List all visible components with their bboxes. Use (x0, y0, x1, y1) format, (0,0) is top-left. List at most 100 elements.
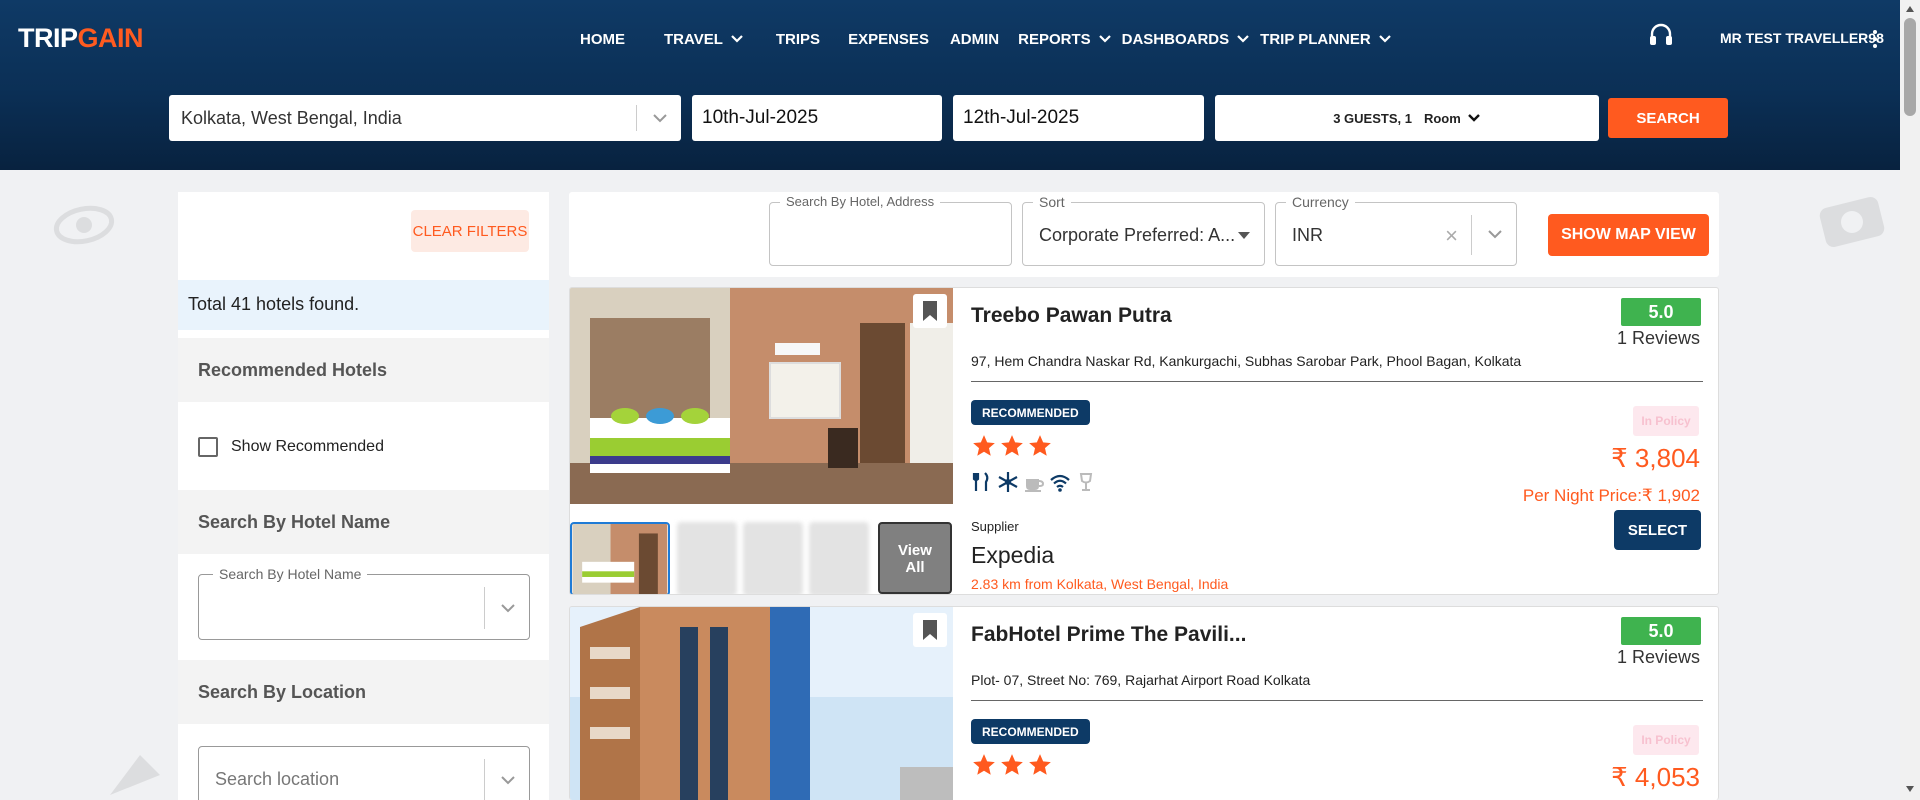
ac-snowflake-icon (998, 472, 1018, 492)
hotel-name-select[interactable]: Search By Hotel Name (198, 566, 530, 640)
results-filter-bar: Search By Hotel, Address Sort Corporate … (569, 192, 1719, 277)
logo-text-gain: GAIN (77, 22, 144, 53)
amenities-row (971, 471, 1101, 493)
checkin-date-value: 10th-Jul-2025 (702, 107, 819, 128)
guests-rooms-selector[interactable]: 3 GUESTS, 1 Room (1215, 95, 1599, 141)
scroll-up-arrow-icon[interactable] (1906, 6, 1914, 12)
hotel-count-text: Total 41 hotels found. (178, 280, 549, 330)
sort-select[interactable]: Sort Corporate Preferred: A... (1022, 194, 1265, 266)
recommended-badge: RECOMMENDED (971, 719, 1090, 744)
hotel-card: View All Treebo Pawan Putra 97, Hem Chand… (569, 287, 1719, 595)
tripgain-logo[interactable]: TRIP GAIN (18, 18, 144, 58)
in-policy-badge: In Policy (1633, 725, 1699, 755)
location-select[interactable]: Kolkata, West Bengal, India (169, 95, 681, 141)
user-name[interactable]: MR TEST TRAVELLER98 (1720, 30, 1884, 46)
chevron-down-icon[interactable] (499, 599, 517, 617)
hotel-name-heading: Search By Hotel Name (178, 490, 549, 554)
nav-trip-planner[interactable]: TRIP PLANNER (1260, 31, 1392, 48)
star-icon (1001, 435, 1023, 456)
clear-filters-button[interactable]: CLEAR FILTERS (411, 210, 529, 252)
page-scrollbar[interactable] (1900, 0, 1920, 800)
search-button[interactable]: SEARCH (1608, 98, 1728, 138)
logo-text-trip: TRIP (18, 22, 78, 53)
location-heading: Search By Location (178, 660, 549, 724)
dropdown-arrow-icon[interactable] (1238, 232, 1250, 239)
show-recommended-checkbox[interactable]: Show Recommended (198, 437, 384, 457)
recommended-hotels-heading: Recommended Hotels (178, 338, 549, 402)
nav-trips[interactable]: TRIPS (776, 31, 820, 48)
top-header: TRIP GAIN HOME TRAVEL TRIPS EXPENSES ADM… (0, 0, 1900, 170)
bookmark-button[interactable] (913, 613, 947, 647)
distance-text: 2.83 km from Kolkata, West Bengal, India (971, 576, 1229, 592)
checkout-date-value: 12th-Jul-2025 (963, 107, 1080, 128)
nav-reports[interactable]: REPORTS (1018, 31, 1112, 48)
divider (971, 700, 1703, 701)
location-value: Kolkata, West Bengal, India (181, 108, 402, 128)
divider (636, 105, 637, 131)
nav-expenses[interactable]: EXPENSES (848, 31, 929, 48)
nav-trip-planner-label: TRIP PLANNER (1260, 30, 1371, 48)
nav-travel[interactable]: TRAVEL (664, 31, 744, 48)
thumbnail-placeholder[interactable] (809, 522, 869, 594)
eye-watermark-icon (53, 205, 115, 245)
thumbnail-image[interactable] (570, 522, 670, 595)
checkout-date-field[interactable]: 12th-Jul-2025 (953, 95, 1204, 141)
sort-value: Corporate Preferred: A... (1039, 225, 1236, 245)
nav-admin-label: ADMIN (949, 30, 1000, 48)
clear-x-icon[interactable]: × (1445, 223, 1458, 249)
hotel-address-search-input[interactable]: Search By Hotel, Address (769, 194, 1012, 266)
rating-score-badge: 5.0 (1621, 617, 1701, 645)
supplier-label: Supplier (971, 519, 1019, 534)
chevron-down-icon (1098, 35, 1111, 43)
star-rating (971, 433, 1055, 459)
chevron-down-icon (1467, 114, 1480, 122)
view-all-photos-button[interactable]: View All (878, 522, 952, 594)
total-price: ₹ 4,053 (1611, 762, 1700, 792)
hotel-address: 97, Hem Chandra Naskar Rd, Kankurgachi, … (971, 353, 1522, 369)
divider (1471, 215, 1472, 255)
hotel-search-row: Kolkata, West Bengal, India 10th-Jul-202… (0, 95, 1900, 141)
review-count[interactable]: 1 Reviews (1617, 328, 1700, 349)
camera-watermark-icon (1819, 197, 1885, 247)
divider (484, 587, 485, 629)
currency-select[interactable]: Currency INR × (1275, 194, 1517, 266)
show-map-view-button[interactable]: SHOW MAP VIEW (1548, 214, 1709, 256)
nav-dashboards-label: DASHBOARDS (1121, 30, 1230, 48)
nav-home[interactable]: HOME (580, 31, 625, 48)
chevron-down-icon[interactable] (1486, 225, 1504, 243)
hotel-address: Plot- 07, Street No: 769, Rajarhat Airpo… (971, 672, 1311, 688)
room-label: Room (1423, 110, 1461, 126)
hotel-room-photo[interactable] (570, 288, 953, 504)
bookmark-icon (923, 620, 937, 640)
currency-value: INR (1292, 225, 1323, 245)
hotel-name[interactable]: Treebo Pawan Putra (971, 304, 1172, 328)
location-search-select[interactable]: Search location (198, 746, 530, 800)
chevron-down-icon[interactable] (499, 771, 517, 789)
chevron-down-icon[interactable] (651, 109, 669, 127)
hotel-building-photo[interactable] (570, 607, 953, 800)
rating-score-badge: 5.0 (1621, 298, 1701, 326)
nav-dashboards[interactable]: DASHBOARDS (1122, 31, 1251, 48)
checkbox-box[interactable] (198, 437, 218, 457)
wifi-icon (1050, 474, 1070, 492)
thumbnail-placeholder[interactable] (743, 522, 803, 594)
chevron-down-icon (1237, 35, 1249, 43)
nav-admin[interactable]: ADMIN (950, 31, 999, 48)
recommended-badge: RECOMMENDED (971, 400, 1090, 425)
scroll-down-arrow-icon[interactable] (1906, 786, 1914, 792)
select-hotel-button[interactable]: SELECT (1614, 510, 1701, 550)
hotel-name[interactable]: FabHotel Prime The Pavili... (971, 623, 1246, 647)
scrollbar-thumb[interactable] (1904, 18, 1916, 116)
main-nav: HOME TRAVEL TRIPS EXPENSES ADMIN REPORTS… (580, 28, 1392, 50)
bookmark-button[interactable] (913, 294, 947, 328)
currency-label: Currency (1286, 194, 1355, 210)
thumbnail-placeholder[interactable] (677, 522, 737, 594)
headset-support-icon[interactable] (1648, 22, 1674, 48)
checkin-date-field[interactable]: 10th-Jul-2025 (692, 95, 942, 141)
more-vert-icon[interactable] (1872, 29, 1878, 49)
restaurant-icon (972, 472, 989, 491)
chevron-down-icon (731, 35, 743, 43)
review-count[interactable]: 1 Reviews (1617, 647, 1700, 668)
hotel-address-search-label: Search By Hotel, Address (780, 194, 941, 209)
coffee-icon (1025, 479, 1045, 492)
